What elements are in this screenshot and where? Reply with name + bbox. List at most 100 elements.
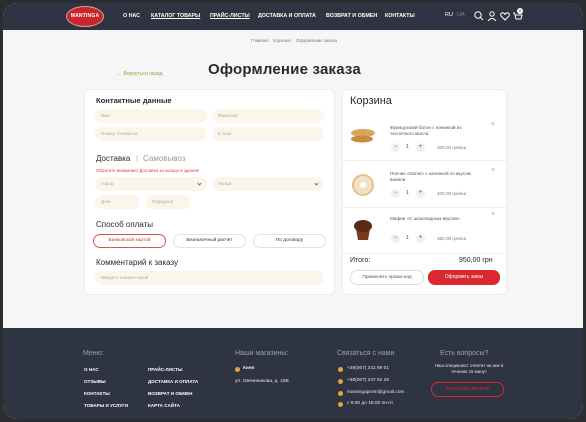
entrance-input[interactable]: Парадное xyxy=(146,195,191,209)
city-select[interactable]: Город xyxy=(95,177,207,191)
comment-input[interactable]: Введите комментарий xyxy=(95,271,324,285)
qty-value[interactable]: 1 xyxy=(406,144,409,150)
house-input[interactable]: Дом xyxy=(95,195,140,209)
footer-hours: с 9:00 до 18:00 пн-пт xyxy=(347,401,394,406)
phone-icon xyxy=(338,367,343,372)
total-label: Итого: xyxy=(350,257,371,264)
browser-window: MANTINGA О НАС КАТАЛОГ ТОВАРЫ ПРАЙС-ЛИСТ… xyxy=(3,3,583,419)
footer-address: ул. Овчинниковa, д. 18В xyxy=(235,379,289,384)
footer-city[interactable]: Киев xyxy=(243,366,255,371)
qty-decrease-button[interactable]: − xyxy=(391,189,400,198)
callback-button[interactable]: ЗАКАЗАТЬ ЗВОНОК xyxy=(431,382,504,397)
place-order-button[interactable]: Оформить заказ xyxy=(428,270,500,285)
product-image-baguette[interactable] xyxy=(348,120,378,150)
back-link-label: Вернуться назад xyxy=(123,71,163,77)
payment-cashless-option[interactable]: Безналичный расчёт xyxy=(173,234,246,248)
page-title: Оформление заказа xyxy=(208,61,361,78)
cart-divider xyxy=(343,253,506,254)
email-input[interactable]: E-mail xyxy=(212,127,324,141)
remove-item-icon[interactable]: × xyxy=(491,167,495,174)
total-value: 950,00 грн xyxy=(459,257,493,264)
cart-count-badge: 0 xyxy=(517,8,523,14)
delivery-warning: Обратите внимание! Доставка за кольцо в … xyxy=(96,168,200,173)
nav-contacts[interactable]: КОНТАКТЫ xyxy=(385,13,415,19)
footer-link[interactable]: ДОСТАВКА И ОПЛАТА xyxy=(148,379,198,384)
qty-value[interactable]: 1 xyxy=(406,190,409,196)
qty-increase-button[interactable]: + xyxy=(416,189,425,198)
breadcrumb-separator: / xyxy=(290,38,292,43)
chevron-down-icon xyxy=(314,181,319,186)
contact-section-title: Контактные данные xyxy=(96,96,172,105)
nav-prices[interactable]: ПРАЙС-ЛИСТЫ xyxy=(210,13,250,19)
street-placeholder: Улица xyxy=(218,181,232,186)
cart-item-price: 350,00 грн/кш xyxy=(437,236,467,241)
footer-link[interactable]: ВОЗВРАТ И ОБМЕН xyxy=(148,391,192,396)
heart-icon[interactable] xyxy=(499,10,511,22)
breadcrumb-home[interactable]: Главная xyxy=(251,38,267,43)
breadcrumb-separator: / xyxy=(268,38,270,43)
footer-link[interactable]: ПРАЙС-ЛИСТЫ xyxy=(148,367,182,372)
city-placeholder: Город xyxy=(101,181,114,186)
footer-link[interactable]: ТОВАРЫ И УСЛУГИ xyxy=(84,403,128,408)
cart-item-name: Французский батон с начинкой из чесночно… xyxy=(390,125,462,137)
delivery-tab[interactable]: Доставка xyxy=(96,154,130,163)
tab-separator: | xyxy=(136,154,139,163)
product-image-donut[interactable] xyxy=(348,170,378,200)
cart-item-name: Мафин «С шоколадным вкусом» xyxy=(390,216,461,221)
footer-link[interactable]: КОНТАКТЫ xyxy=(84,391,110,396)
nav-catalog[interactable]: КАТАЛОГ ТОВАРЫ xyxy=(151,13,200,19)
footer-shops-title: Наши магазины: xyxy=(235,350,289,357)
footer-link[interactable]: ОТЗЫВЫ xyxy=(84,379,106,384)
footer-email[interactable]: mantingaprom@gmail.com xyxy=(347,390,404,395)
breadcrumb-cart[interactable]: Корзина xyxy=(273,38,289,43)
brand-logo[interactable]: MANTINGA xyxy=(66,6,104,27)
back-link[interactable]: ← Вернуться назад xyxy=(117,71,163,77)
product-image-muffin[interactable] xyxy=(348,213,378,243)
payment-section-title: Способ оплаты xyxy=(96,220,154,229)
phone-icon xyxy=(338,379,343,384)
nav-delivery[interactable]: ДОСТАВКА И ОПЛАТА xyxy=(258,13,316,19)
location-pin-icon xyxy=(235,367,240,372)
footer-link[interactable]: О НАС xyxy=(84,367,99,372)
qty-decrease-button[interactable]: − xyxy=(391,143,400,152)
logo-text: MANTINGA xyxy=(70,13,100,19)
phone-input[interactable]: Номер телефона xyxy=(95,127,207,141)
lang-ru[interactable]: RU xyxy=(445,12,453,18)
surname-input[interactable]: Фамилия xyxy=(212,109,324,123)
qty-increase-button[interactable]: + xyxy=(416,143,425,152)
cart-title: Корзина xyxy=(350,95,392,107)
footer-link[interactable]: КАРТА САЙТА xyxy=(148,403,180,408)
search-icon[interactable] xyxy=(473,10,485,22)
user-icon[interactable] xyxy=(486,10,498,22)
footer-phone[interactable]: +38(067) 247 62 26 xyxy=(347,378,389,383)
cart-divider xyxy=(343,160,506,161)
pickup-tab[interactable]: Самовывоз xyxy=(143,154,185,163)
footer-phone[interactable]: +38(067) 341 89 01 xyxy=(347,366,389,371)
qty-decrease-button[interactable]: − xyxy=(391,234,400,243)
nav-returns[interactable]: ВОЗВРАТ И ОБМЕН xyxy=(326,13,377,19)
cart-divider xyxy=(343,207,506,208)
qty-increase-button[interactable]: + xyxy=(416,234,425,243)
cart-item-name: Пончик «Donut» с начинкой со вкусом вани… xyxy=(390,171,471,183)
comment-section-title: Комментарий к заказу xyxy=(96,258,179,267)
nav-about[interactable]: О НАС xyxy=(123,13,140,19)
footer-questions-text: Наш специалист ответит на них в течение … xyxy=(434,363,504,374)
footer-contact-title: Связаться с нами xyxy=(337,350,395,357)
lang-ua[interactable]: UA xyxy=(457,12,465,18)
cart-item-price: 200,00 грн/кш xyxy=(437,145,467,150)
street-select[interactable]: Улица xyxy=(212,177,324,191)
mail-icon xyxy=(338,391,343,396)
site-header: MANTINGA О НАС КАТАЛОГ ТОВАРЫ ПРАЙС-ЛИСТ… xyxy=(3,3,583,30)
clock-icon xyxy=(338,402,343,407)
cart-item-price: 400,00 грн/кш xyxy=(437,191,467,196)
payment-card-option[interactable]: Банковской картой xyxy=(93,234,166,248)
chevron-down-icon xyxy=(197,181,202,186)
apply-promo-button[interactable]: Применить промо-код xyxy=(350,270,424,285)
qty-value[interactable]: 1 xyxy=(406,235,409,241)
footer-menu-title: Меню: xyxy=(83,350,104,357)
remove-item-icon[interactable]: × xyxy=(491,121,495,128)
remove-item-icon[interactable]: × xyxy=(491,211,495,218)
payment-contract-option[interactable]: По договору xyxy=(253,234,326,248)
name-input[interactable]: Имя xyxy=(95,109,207,123)
breadcrumb-current: Оформление заказа xyxy=(296,38,337,43)
